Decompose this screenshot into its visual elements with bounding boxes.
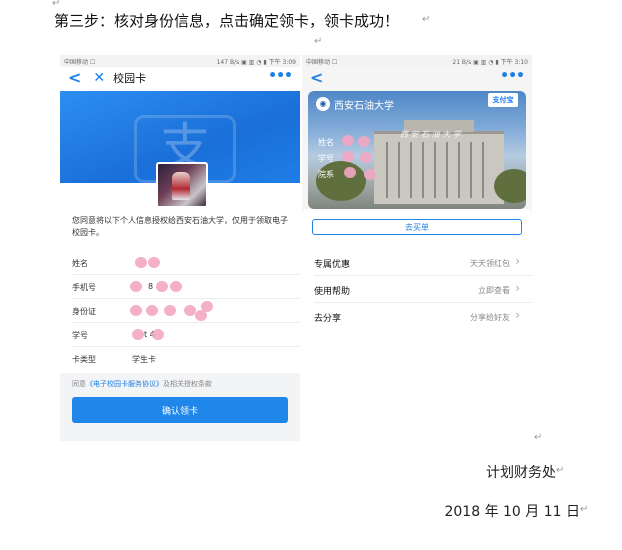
paragraph-mark: ↵ (580, 504, 589, 515)
field-label: 卡类型 (72, 355, 96, 364)
redaction-mark (164, 305, 176, 316)
back-icon[interactable]: < (310, 70, 323, 86)
status-bar: 中国移动 ☐ 147 B/s ▣ ▥ ◔ ▮ 下午 3:09 (60, 55, 300, 67)
avatar (156, 162, 208, 208)
card-field-student-id: 学号 (318, 154, 334, 163)
close-icon[interactable]: ✕ (93, 70, 105, 86)
info-row-name: 姓名 (60, 251, 300, 275)
paragraph-mark: ↵ (534, 432, 543, 443)
field-label: 姓名 (72, 259, 88, 268)
carrier-text: 中国移动 ☐ (64, 58, 96, 66)
paragraph-mark: ↵ (556, 465, 565, 476)
school-name: 西安石油大学 (334, 101, 394, 112)
agreement-suffix: 及相关授权条款 (163, 380, 212, 388)
status-indicators: 21 B/s ▣ ▥ ◔ ▮ 下午 3:10 (452, 58, 528, 66)
card-engraving: 西 安 石 油 大 学 (400, 130, 461, 139)
screenshot-card-success: 中国移动 ☐ 21 B/s ▣ ▥ ◔ ▮ 下午 3:10 < ••• 西 安 … (302, 55, 532, 441)
redaction-mark (170, 281, 182, 292)
menu-item-hint: 分享给好友 (470, 313, 510, 322)
redaction-mark (344, 167, 356, 178)
info-row-student-id: 学号 t 4 (60, 323, 300, 347)
field-label: 学号 (72, 331, 88, 340)
info-row-id-card: 身份证 (60, 299, 300, 323)
campus-building-image (374, 120, 504, 204)
more-icon[interactable]: ••• (500, 68, 525, 84)
university-logo-icon: ◉ (316, 97, 330, 111)
campus-card: 西 安 石 油 大 学 ◉ 西安石油大学 支付宝 姓名 学号 院系 (308, 91, 526, 209)
redaction-mark (358, 136, 370, 147)
step-heading: 第三步：核对身份信息，点击确定领卡，领卡成功！ (54, 12, 400, 30)
redaction-mark (130, 305, 142, 316)
confirm-claim-button[interactable]: 确认领卡 (72, 397, 288, 423)
screenshot-card-claim: 中国移动 ☐ 147 B/s ▣ ▥ ◔ ▮ 下午 3:09 < ✕ 校园卡 •… (60, 55, 300, 441)
redaction-mark (195, 310, 207, 321)
claim-footer: 同意《电子校园卡服务协议》及相关授权条款 确认领卡 (60, 373, 300, 441)
chevron-right-icon: › (515, 281, 520, 295)
menu-item-title: 使用帮助 (314, 287, 351, 297)
redaction-mark (152, 329, 164, 340)
status-indicators: 147 B/s ▣ ▥ ◔ ▮ 下午 3:09 (216, 58, 296, 66)
paragraph-mark: ↵ (422, 14, 431, 25)
chevron-right-icon: › (515, 254, 520, 268)
document-date: 2018 年 10 月 11 日 (444, 504, 580, 520)
redaction-mark (342, 135, 354, 146)
menu-item-hint: 立即查看 (478, 286, 510, 295)
menu-item-help[interactable]: 使用帮助 立即查看 › (302, 276, 532, 303)
redaction-mark (156, 281, 168, 292)
menu-item-offers[interactable]: 专属优惠 天天领红包 › (302, 249, 532, 276)
redaction-mark (132, 329, 144, 340)
agreement-link[interactable]: 《电子校园卡服务协议》 (86, 380, 163, 388)
more-icon[interactable]: ••• (268, 68, 293, 84)
card-field-name: 姓名 (318, 138, 334, 147)
field-label: 身份证 (72, 307, 96, 316)
redaction-mark (130, 281, 142, 292)
field-label: 手机号 (72, 283, 96, 292)
redaction-mark (364, 169, 376, 180)
chevron-right-icon: › (515, 308, 520, 322)
pay-button[interactable]: 去买单 (312, 219, 522, 235)
redaction-mark (148, 257, 160, 268)
paragraph-mark: ↵ (314, 36, 323, 47)
field-value: 学生卡 (132, 355, 156, 364)
nav-bar: < ✕ 校园卡 ••• (60, 67, 300, 89)
redaction-mark (146, 305, 158, 316)
menu-item-title: 去分享 (314, 314, 342, 324)
info-row-phone: 手机号 8 (60, 275, 300, 299)
consent-text: 您同意将以下个人信息授权给西安石油大学，仅用于领取电子校园卡。 (72, 216, 288, 237)
menu-item-title: 专属优惠 (314, 260, 351, 270)
redaction-mark (342, 151, 354, 162)
redaction-mark (360, 152, 372, 163)
paragraph-mark: ↵ (52, 0, 61, 9)
redaction-mark (135, 257, 147, 268)
card-actions-panel: 去买单 专属优惠 天天领红包 › 使用帮助 立即查看 › 去分享 分享给好友 › (302, 209, 532, 441)
back-icon[interactable]: < (68, 70, 81, 86)
menu-item-share[interactable]: 去分享 分享给好友 › (302, 303, 532, 330)
alipay-logo-icon: 支付宝 (488, 93, 518, 107)
nav-bar: < ••• (302, 67, 532, 89)
field-value: 8 (148, 282, 154, 291)
menu-item-hint: 天天领红包 (470, 259, 510, 268)
info-row-card-type: 卡类型 学生卡 (60, 347, 300, 371)
department-signature: 计划财务处 (486, 465, 556, 481)
carrier-text: 中国移动 ☐ (306, 58, 338, 66)
card-field-department: 院系 (318, 170, 334, 179)
agreement-text: 同意《电子校园卡服务协议》及相关授权条款 (72, 379, 212, 389)
status-bar: 中国移动 ☐ 21 B/s ▣ ▥ ◔ ▮ 下午 3:10 (302, 55, 532, 67)
page-title: 校园卡 (113, 72, 147, 85)
agreement-prefix: 同意 (72, 380, 86, 388)
